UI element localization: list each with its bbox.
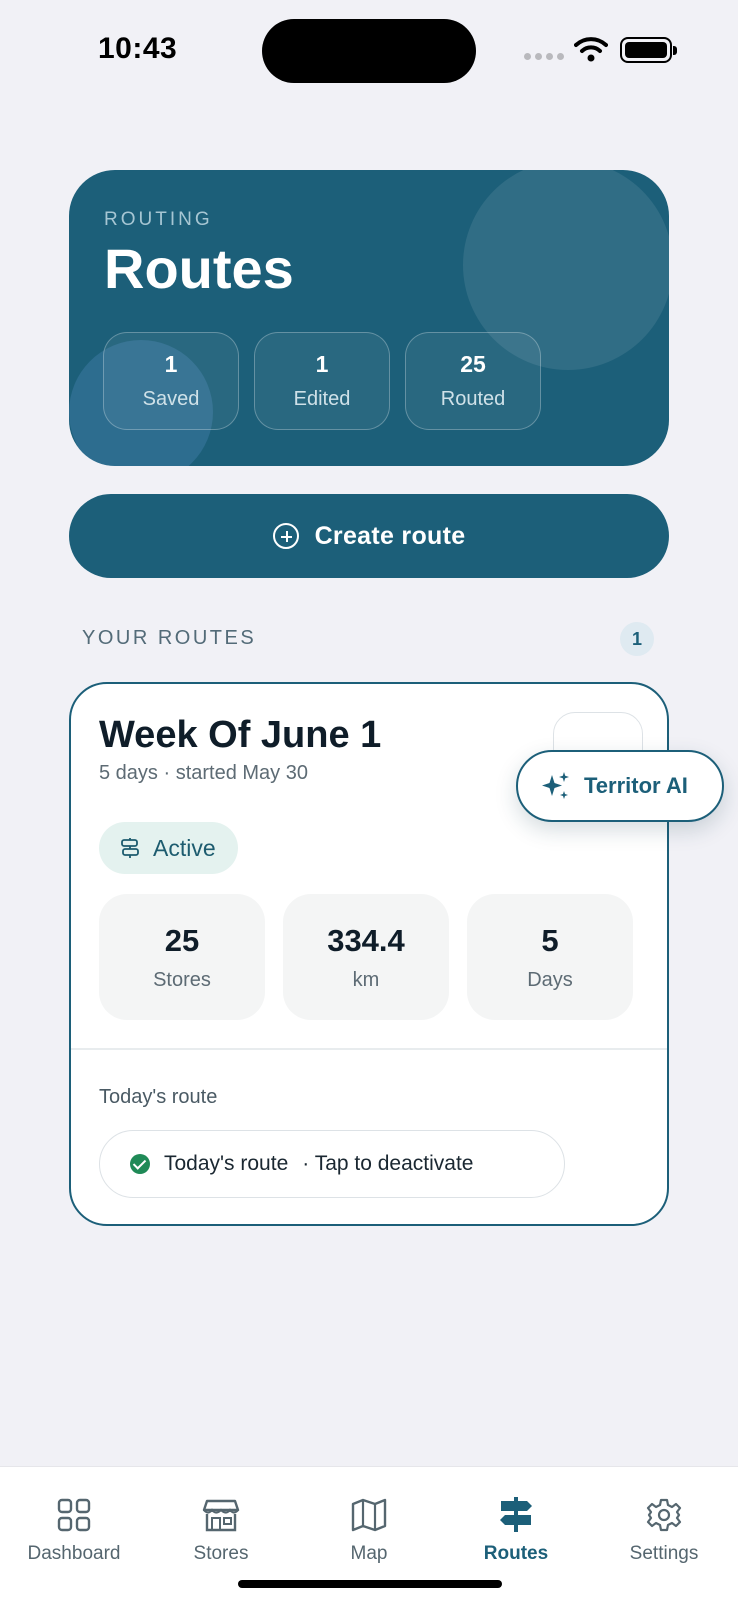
signpost-icon (500, 1497, 532, 1532)
stat-value: 334.4 (327, 922, 405, 958)
grid-icon (57, 1498, 91, 1532)
routed-stat: 25 Routed (405, 332, 541, 430)
plus-circle-icon (272, 523, 299, 549)
stat-label: Edited (293, 388, 351, 410)
home-indicator (238, 1580, 502, 1588)
tab-label: Dashboard (27, 1543, 121, 1564)
tab-label: Settings (629, 1543, 699, 1564)
tab-settings[interactable]: Settings (590, 1497, 738, 1565)
tab-stores[interactable]: Stores (147, 1497, 295, 1565)
status-time: 10:43 (98, 32, 178, 65)
tab-label: Map (350, 1543, 388, 1564)
tab-label: Stores (193, 1543, 249, 1564)
routes-header-card: ROUTING Routes 1 Saved 1 Edited 25 Route… (69, 170, 669, 466)
map-icon (351, 1498, 387, 1532)
section-title: YOUR ROUTES (82, 627, 257, 649)
today-route-label: Today's route (99, 1086, 218, 1108)
signpost-icon (121, 838, 139, 858)
today-route-title: Today's route (164, 1152, 289, 1175)
stat-label: Saved (142, 388, 200, 410)
distance-stat: 334.4 km (283, 894, 449, 1020)
route-subtitle: 5 days · started May 30 (99, 762, 308, 784)
stat-label: km (352, 968, 380, 991)
edited-stat: 1 Edited (254, 332, 390, 430)
stat-value: 25 (460, 351, 486, 377)
tab-label: Routes (483, 1543, 549, 1564)
stat-label: Routed (440, 388, 506, 410)
dynamic-island (262, 19, 476, 83)
status-badge: Active (99, 822, 238, 874)
gear-icon (646, 1498, 682, 1532)
stat-value: 1 (164, 351, 178, 377)
wifi-icon (574, 37, 608, 62)
status-bar: 10:43 (0, 0, 738, 100)
status-label: Active (153, 834, 216, 861)
tab-dashboard[interactable]: Dashboard (0, 1497, 148, 1565)
cellular-signal-icon (524, 53, 564, 60)
ai-button-label: Territor AI (584, 773, 688, 798)
tab-map[interactable]: Map (295, 1497, 443, 1565)
today-route-hint: · Tap to deactivate (302, 1152, 474, 1175)
stores-stat: 25 Stores (99, 894, 265, 1020)
today-route-toggle[interactable]: Today's route · Tap to deactivate (99, 1130, 565, 1198)
page-title: Routes (104, 237, 294, 300)
header-eyebrow: ROUTING (104, 209, 213, 230)
stat-value: 1 (315, 351, 329, 377)
routes-count-badge: 1 (620, 622, 654, 656)
stat-value: 25 (164, 922, 200, 958)
create-route-button[interactable]: Create route (69, 494, 669, 578)
battery-icon (620, 37, 677, 63)
route-title: Week Of June 1 (99, 714, 382, 756)
stat-value: 5 (541, 922, 559, 958)
stat-label: Stores (153, 968, 211, 991)
create-route-label: Create route (314, 521, 466, 550)
divider (71, 1048, 667, 1050)
check-circle-icon (130, 1154, 150, 1174)
sparkles-icon (542, 772, 569, 799)
tab-routes[interactable]: Routes (442, 1497, 590, 1565)
store-icon (202, 1499, 240, 1532)
stat-label: Days (527, 968, 573, 991)
days-stat: 5 Days (467, 894, 633, 1020)
saved-stat: 1 Saved (103, 332, 239, 430)
territor-ai-button[interactable]: Territor AI (516, 750, 724, 822)
